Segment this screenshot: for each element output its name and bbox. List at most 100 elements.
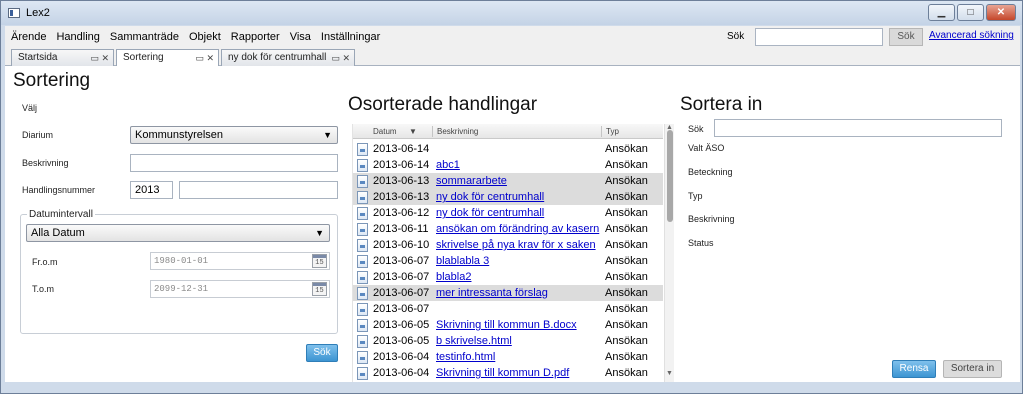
cell-date: 2013-06-13 [373,191,430,203]
cell-description-link[interactable]: b skrivelse.html [436,333,601,349]
cell-date: 2013-06-05 [373,335,430,347]
cell-description-link[interactable]: skrivelse på nya krav för x saken [436,237,601,253]
document-icon [357,239,368,252]
document-icon [357,191,368,204]
sortera-sok-input[interactable] [714,119,1002,137]
rensa-button[interactable]: Rensa [892,360,936,378]
cell-typ: Ansökan [605,175,648,187]
calendar-icon[interactable]: 15 [312,282,327,296]
global-search-input[interactable] [755,28,883,46]
table-row[interactable]: 2013-06-13 ny dok för centrumhall Ansökan [353,189,663,205]
menu-visa[interactable]: Visa [285,31,316,43]
advanced-search-link[interactable]: Avancerad sökning [929,30,1014,41]
col-beskrivning[interactable]: Beskrivning [437,127,478,136]
handlingsnummer-year-input[interactable]: 2013 [130,181,173,199]
diarium-value: Kommunstyrelsen [135,129,224,141]
handlingsnummer-input[interactable] [179,181,338,199]
table-row[interactable]: 2013-06-12 ny dok för centrumhall Ansökan [353,205,663,221]
menu-arende[interactable]: Ärende [5,31,51,43]
cell-description-link[interactable]: testinfo.html [436,349,601,365]
cell-typ: Ansökan [605,207,648,219]
cell-date: 2013-06-07 [373,303,430,315]
menu-rapporter[interactable]: Rapporter [226,31,285,43]
table-row[interactable]: 2013-06-07 mer intressanta förslag Ansökan [353,285,663,301]
tab-close-icon[interactable]: ▭ ✕ [331,50,350,66]
tab-close-icon[interactable]: ▭ ✕ [195,50,214,66]
minimize-button[interactable]: ▁ [928,4,955,21]
tab-sortering[interactable]: Sortering ▭ ✕ [116,49,219,67]
sortera-in-button[interactable]: Sortera in [943,360,1002,378]
scroll-down-icon[interactable]: ▼ [666,370,673,377]
cell-typ: Ansökan [605,143,648,155]
table-row[interactable]: 2013-06-04 testinfo.html Ansökan [353,349,663,365]
tab-bar: Startsida ▭ ✕ Sortering ▭ ✕ ny dok för c… [5,48,1020,67]
table-header: Datum ▼ Beskrivning Typ [353,124,663,139]
document-icon [357,255,368,268]
chevron-down-icon: ▼ [315,228,324,238]
table-row[interactable]: 2013-06-14 abc1 Ansökan [353,157,663,173]
menu-handling[interactable]: Handling [51,31,104,43]
cell-description-link[interactable]: ny dok för centrumhall [436,205,601,221]
sortera-sok-label: Sök [688,124,704,134]
table-row[interactable]: 2013-06-05 b skrivelse.html Ansökan [353,333,663,349]
cell-typ: Ansökan [605,319,648,331]
cell-typ: Ansökan [605,335,648,347]
document-icon [357,223,368,236]
calendar-icon[interactable]: 15 [312,254,327,268]
menu-objekt[interactable]: Objekt [184,31,226,43]
menu-installningar[interactable]: Inställningar [316,31,385,43]
tab-startsida[interactable]: Startsida ▭ ✕ [11,49,114,66]
cell-description-link[interactable]: blabla2 [436,269,601,285]
sok-button[interactable]: Sök [306,344,338,362]
document-icon [357,143,368,156]
sort-desc-icon[interactable]: ▼ [409,127,417,136]
datum-select[interactable]: Alla Datum ▼ [26,224,330,242]
tab-close-icon[interactable]: ▭ ✕ [90,50,109,66]
cell-description-link[interactable]: ansökan om förändring av kasern [436,221,601,237]
table-row[interactable]: 2013-06-07 Ansökan [353,301,663,317]
cell-date: 2013-06-07 [373,255,430,267]
cell-description-link[interactable]: sommararbete [436,173,601,189]
title-bar: Lex2 ▁ □ ✕ [1,1,1022,25]
cell-description-link[interactable]: blablabla 3 [436,253,601,269]
col-datum[interactable]: Datum [373,127,397,136]
cell-description-link[interactable]: ny dok för centrumhall [436,189,601,205]
cell-description-link[interactable]: Skrivning till kommun D.pdf [436,365,601,381]
tab-label: Sortering [123,52,164,63]
col-typ[interactable]: Typ [606,127,619,136]
cell-date: 2013-06-11 [373,223,429,235]
scroll-thumb[interactable] [667,130,673,222]
cell-typ: Ansökan [605,223,648,235]
document-icon [357,367,368,380]
diarium-select[interactable]: Kommunstyrelsen ▼ [130,126,338,144]
to-date-input[interactable]: 2099-12-31 15 [150,280,330,298]
cell-description-link[interactable]: mer intressanta förslag [436,285,601,301]
global-search-button[interactable]: Sök [889,28,923,46]
table-row[interactable]: 2013-06-13 sommararbete Ansökan [353,173,663,189]
table-row[interactable]: 2013-06-04 Skrivning till kommun D.pdf Ans… [353,365,663,381]
document-icon [357,335,368,348]
cell-date: 2013-06-14 [373,143,430,155]
table-row[interactable]: 2013-06-14 Ansökan [353,141,663,157]
cell-description-link[interactable]: abc1 [436,157,601,173]
maximize-button[interactable]: □ [957,4,984,21]
status-label: Status [688,238,714,248]
cell-description-link[interactable]: Skrivning till kommun B.docx [436,317,601,333]
cell-typ: Ansökan [605,255,648,267]
close-button[interactable]: ✕ [986,4,1016,21]
beskrivning-input[interactable] [130,154,338,172]
table-row[interactable]: 2013-06-10 skrivelse på nya krav för x sa… [353,237,663,253]
table-row[interactable]: 2013-06-05 Skrivning till kommun B.docx An… [353,317,663,333]
table-row[interactable]: 2013-06-07 blablabla 3 Ansökan [353,253,663,269]
sortera-in-title: Sortera in [680,94,763,115]
cell-date: 2013-06-12 [373,207,430,219]
table-row[interactable]: 2013-06-11 ansökan om förändring av kaser… [353,221,663,237]
table-row[interactable]: 2013-06-07 blabla2 Ansökan [353,269,663,285]
table-scrollbar[interactable]: ▲ ▼ [664,124,674,382]
menu-sammantrade[interactable]: Sammanträde [105,31,184,43]
cell-date: 2013-06-14 [373,159,430,171]
tab-ny-dok[interactable]: ny dok för centrumhall ▭ ✕ [221,49,355,66]
from-date-input[interactable]: 1980-01-01 15 [150,252,330,270]
app-window: Lex2 ▁ □ ✕ Ärende Handling Sammanträde O… [0,0,1023,394]
menu-bar: Ärende Handling Sammanträde Objekt Rappo… [5,26,1020,48]
